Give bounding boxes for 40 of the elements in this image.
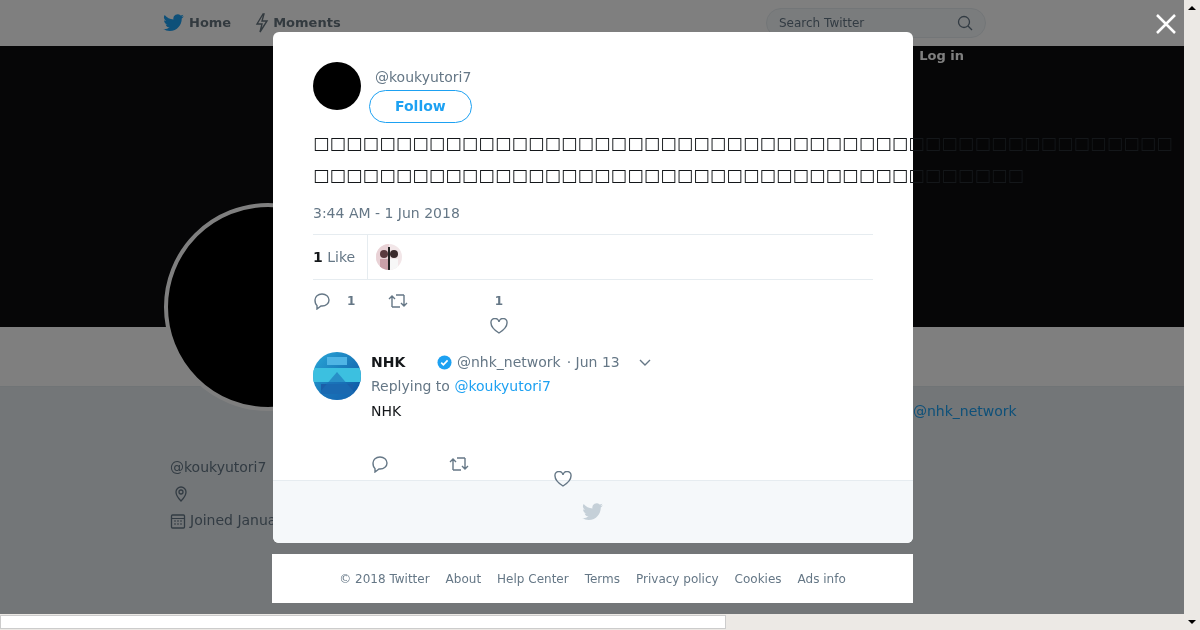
- lightning-icon: [255, 13, 270, 33]
- close-icon[interactable]: [1155, 12, 1177, 36]
- tweet-date: · Jun 13: [566, 352, 620, 372]
- chevron-icon[interactable]: [637, 357, 652, 367]
- bird-icon: [163, 14, 185, 32]
- location-icon: [174, 486, 188, 502]
- nav-link[interactable]: Home: [163, 13, 232, 33]
- like-count: 1: [494, 293, 504, 310]
- user-name[interactable]: NHK: [371, 351, 437, 373]
- profile-handle: @koukyutori7: [170, 458, 267, 477]
- nav-link[interactable]: Moments: [255, 13, 341, 33]
- footer-link[interactable]: Privacy policy: [632, 569, 723, 588]
- retweet-icon[interactable]: [388, 292, 408, 310]
- heart-icon[interactable]: [490, 318, 508, 334]
- footer-link[interactable]: Ads info: [793, 569, 850, 588]
- footer-link[interactable]: About: [441, 569, 486, 588]
- calendar-icon: [170, 512, 186, 529]
- search-icon: [957, 15, 973, 31]
- heart-icon[interactable]: [554, 471, 572, 487]
- tweet-timestamp: 3:44 AM - 1 Jun 2018: [313, 204, 461, 223]
- replying-to: Replying to @koukyutori7: [371, 378, 551, 394]
- user-handle[interactable]: @koukyutori7: [375, 67, 472, 88]
- vertical-scrollbar[interactable]: [1184, 0, 1200, 630]
- footer-link[interactable]: Terms: [580, 569, 624, 588]
- retweet-icon[interactable]: [449, 455, 469, 473]
- follow-button[interactable]: Follow: [369, 90, 472, 123]
- mention-link[interactable]: @koukyutori7: [454, 378, 551, 394]
- login-link[interactable]: Log in: [919, 46, 964, 66]
- likes-count[interactable]: 1 Like: [313, 246, 356, 268]
- reply-icon[interactable]: [371, 455, 389, 473]
- footer-link[interactable]: Help Center: [493, 569, 573, 588]
- footer-link[interactable]: © 2018 Twitter: [335, 569, 434, 588]
- reply-icon[interactable]: [313, 292, 331, 310]
- horizontal-scrollbar[interactable]: [0, 614, 1184, 630]
- user-avatar: [313, 62, 361, 110]
- bird-icon: [582, 503, 604, 521]
- footer-link[interactable]: Cookies: [730, 569, 786, 588]
- reply-count: 1: [347, 293, 356, 310]
- user-handle[interactable]: @nhk_network: [457, 351, 561, 373]
- reply-text: NHK: [371, 402, 403, 421]
